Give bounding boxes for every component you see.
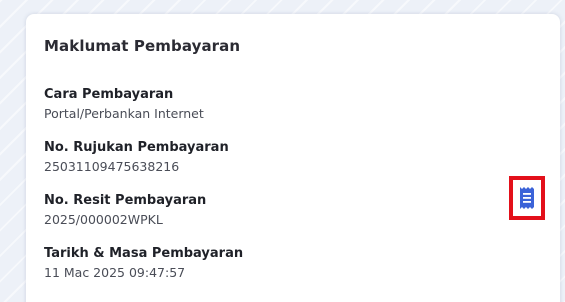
- payment-reference-field: No. Rujukan Pembayaran 25031109475638216: [44, 139, 229, 176]
- payment-datetime-field: Tarikh & Masa Pembayaran 11 Mac 2025 09:…: [44, 245, 243, 282]
- receipt-number-value: 2025/000002WPKL: [44, 212, 163, 227]
- payment-method-label: Cara Pembayaran: [44, 87, 174, 102]
- payment-datetime-value: 11 Mac 2025 09:47:57: [44, 265, 186, 280]
- payment-method-value: Portal/Perbankan Internet: [44, 106, 204, 121]
- payment-datetime-label: Tarikh & Masa Pembayaran: [44, 246, 244, 261]
- card-title: Maklumat Pembayaran: [44, 37, 241, 55]
- payment-method-field: Cara Pembayaran Portal/Perbankan Interne…: [44, 86, 204, 123]
- receipt-number-label: No. Resit Pembayaran: [44, 193, 207, 208]
- payment-info-card: Maklumat Pembayaran Cara Pembayaran Port…: [26, 14, 560, 302]
- payment-reference-label: No. Rujukan Pembayaran: [44, 140, 229, 155]
- view-receipt-button[interactable]: [509, 176, 545, 220]
- receipt-icon[interactable]: [519, 186, 535, 210]
- receipt-number-field: No. Resit Pembayaran 2025/000002WPKL: [44, 192, 206, 229]
- payment-reference-value: 25031109475638216: [44, 159, 180, 174]
